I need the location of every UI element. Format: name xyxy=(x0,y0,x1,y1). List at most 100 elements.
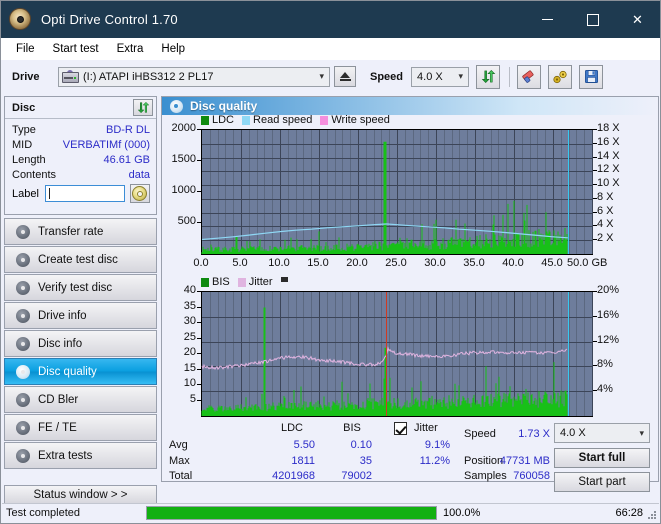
panel-title: Disc quality xyxy=(190,99,258,113)
progress-percent: 100.0% xyxy=(443,507,481,519)
nav-item-disc-quality[interactable]: Disc quality xyxy=(4,358,157,385)
nav-item-fe-te[interactable]: FE / TE xyxy=(4,414,157,441)
speed-select[interactable]: 4.0 X ▾ xyxy=(411,66,470,87)
close-button[interactable]: ✕ xyxy=(615,1,660,38)
menu-start-test[interactable]: Start test xyxy=(44,40,108,58)
series-bis xyxy=(201,307,568,416)
menu-extra[interactable]: Extra xyxy=(108,40,153,58)
disc-label-icon xyxy=(132,186,148,201)
stats-avg-ldc: 5.50 xyxy=(293,439,315,451)
legend-label: BIS xyxy=(212,276,230,288)
legend-item: BIS xyxy=(201,276,230,288)
chart-legend: LDC Read speed Write speed xyxy=(201,114,394,126)
erase-button[interactable] xyxy=(517,64,542,89)
start-full-button[interactable]: Start full xyxy=(554,448,650,468)
eject-icon xyxy=(339,72,351,81)
y-tick-label: 20 xyxy=(183,346,196,358)
stats-samples-value: 760058 xyxy=(513,470,550,482)
disc-icon xyxy=(12,392,34,407)
nav-item-label: Transfer rate xyxy=(38,225,104,238)
window-title: Opti Drive Control 1.70 xyxy=(41,12,178,27)
eject-button[interactable] xyxy=(334,66,356,87)
disc-row-length: Length 46.61 GB xyxy=(12,152,150,167)
drive-icon xyxy=(62,70,79,83)
disc-icon xyxy=(12,336,34,351)
chevron-down-icon: ▾ xyxy=(458,71,464,81)
disc-quality-panel: Disc quality LDC Read speed Write speed 500… xyxy=(161,96,659,492)
stats-speed-value: 1.73 X xyxy=(518,428,550,440)
eraser-icon xyxy=(522,69,534,83)
marker-end-of-data xyxy=(568,292,569,416)
y2-tick-label: 16% xyxy=(597,308,620,321)
menu-help[interactable]: Help xyxy=(152,40,194,58)
disc-row-key: Length xyxy=(12,153,46,166)
y2-tick-label: 18 X xyxy=(597,122,620,134)
y2-tick-label: 4% xyxy=(597,383,613,396)
x-tick-label: 50.0 GB xyxy=(567,257,608,269)
nav-item-drive-info[interactable]: Drive info xyxy=(4,302,157,329)
minimize-button[interactable] xyxy=(525,1,570,38)
nav-item-create-test-disc[interactable]: Create test disc xyxy=(4,246,157,273)
drive-select[interactable]: (I:) ATAPI iHBS312 2 PL17 ▾ xyxy=(58,66,330,87)
stats-avg-jitter: 9.1% xyxy=(424,439,450,451)
maximize-button[interactable] xyxy=(570,1,615,38)
legend-label: Read speed xyxy=(253,114,313,126)
jitter-checkbox[interactable] xyxy=(394,422,407,435)
y-tick-label: 1500 xyxy=(171,153,196,165)
y2-tick-label: 20% xyxy=(597,284,620,296)
drive-select-value: (I:) ATAPI iHBS312 2 PL17 xyxy=(83,70,214,83)
legend-swatch xyxy=(242,115,251,125)
nav-item-verify-test-disc[interactable]: Verify test disc xyxy=(4,274,157,301)
plot-area xyxy=(201,129,593,255)
test-speed-select[interactable]: 4.0 X ▾ xyxy=(554,423,650,443)
start-part-button[interactable]: Start part xyxy=(554,472,650,492)
stats-avg-bis: 0.10 xyxy=(350,439,372,451)
disc-row-value: data xyxy=(128,168,150,181)
chart-ldc-speed: LDC Read speed Write speed 500 1000 1500 2000 2… xyxy=(162,114,658,275)
disc-icon xyxy=(12,448,34,463)
resize-grip[interactable] xyxy=(647,510,657,520)
disc-icon xyxy=(12,252,34,267)
y-tick-label: 5 xyxy=(189,392,196,405)
nav-item-label: Create test disc xyxy=(38,253,118,266)
refresh-button[interactable] xyxy=(476,64,501,89)
y-tick-label: 35 xyxy=(183,299,196,312)
toolbar-separator xyxy=(509,66,511,87)
chevron-down-icon: ▾ xyxy=(639,427,644,438)
y-tick-label: 2000 xyxy=(171,122,196,134)
y-tick-label: 30 xyxy=(183,315,196,327)
y2-tick-label: 14 X xyxy=(597,149,620,162)
nav-item-cd-bler[interactable]: CD Bler xyxy=(4,386,157,413)
y-tick-label: 10 xyxy=(183,377,196,389)
refresh-icon xyxy=(137,101,149,114)
save-button[interactable] xyxy=(579,64,604,89)
y-tick-label: 500 xyxy=(177,215,196,227)
title-bar: Opti Drive Control 1.70 ✕ xyxy=(1,1,660,38)
legend-label: Jitter xyxy=(248,276,273,288)
disc-label-input[interactable] xyxy=(44,185,125,202)
menu-file[interactable]: File xyxy=(7,40,44,58)
nav-item-disc-info[interactable]: Disc info xyxy=(4,330,157,357)
tools-button[interactable] xyxy=(548,64,573,89)
disc-label-button[interactable] xyxy=(129,184,150,203)
legend-swatch xyxy=(201,277,209,287)
disc-refresh-button[interactable] xyxy=(133,99,153,116)
status-window-button[interactable]: Status window > > xyxy=(4,485,157,505)
marker-end-of-data xyxy=(568,130,569,254)
disc-row-key: MID xyxy=(12,138,33,151)
legend-label: LDC xyxy=(212,114,235,126)
disc-icon xyxy=(168,99,184,113)
chart-bis-jitter: BISJitter5101520253035404%8%12%16%20%0.0… xyxy=(162,276,658,437)
disc-row-type: Type BD-R DL xyxy=(12,122,150,137)
legend-item xyxy=(280,276,291,288)
speed-label: Speed xyxy=(370,70,404,83)
nav-item-label: CD Bler xyxy=(38,393,79,406)
disc-row-key: Type xyxy=(12,123,36,136)
disc-panel-header: Disc xyxy=(5,97,156,119)
y2-tick-label: 6 X xyxy=(597,204,614,217)
nav-item-extra-tests[interactable]: Extra tests xyxy=(4,442,157,469)
y2-tick-label: 4 X xyxy=(597,218,614,231)
stats-col-jitter: Jitter xyxy=(414,422,438,434)
nav-item-transfer-rate[interactable]: Transfer rate xyxy=(4,218,157,245)
y2-tick-label: 16 X xyxy=(597,135,620,148)
